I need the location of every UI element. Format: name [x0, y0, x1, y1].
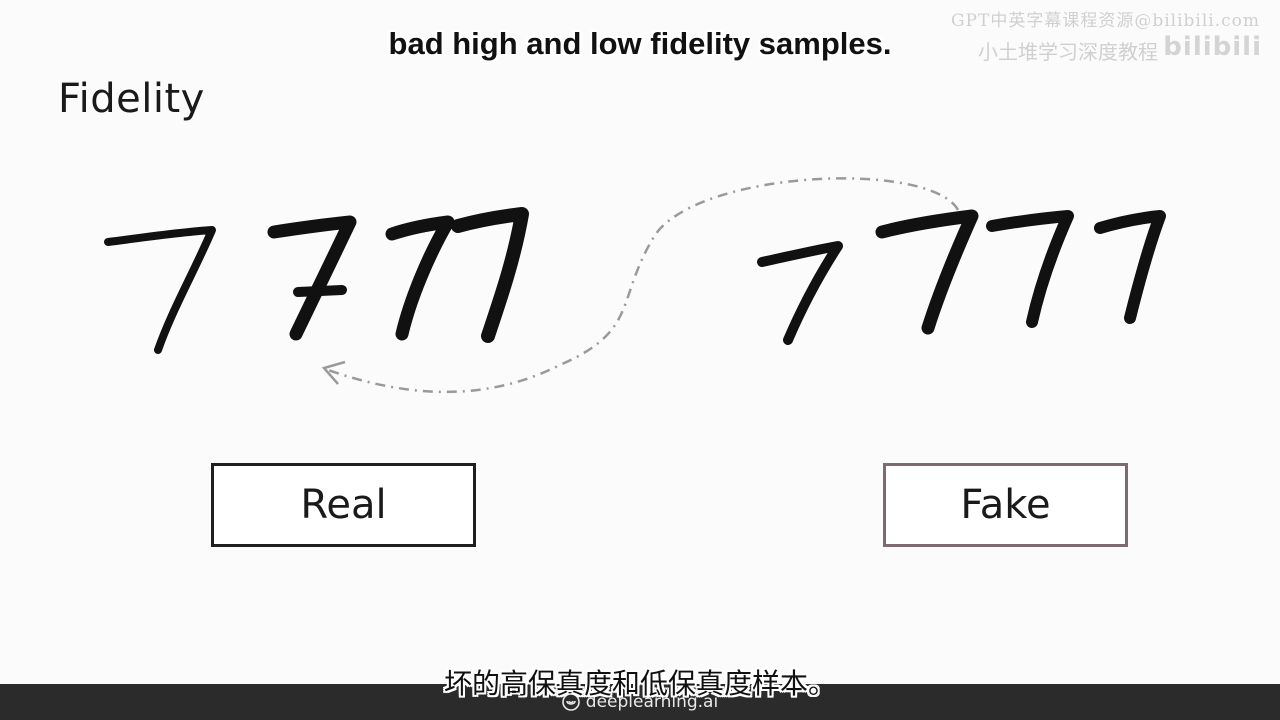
real-label-box: Real: [211, 463, 476, 547]
real-seven-3: [385, 215, 455, 341]
fake-label-box: Fake: [883, 463, 1128, 547]
fake-digit-group: [757, 209, 1166, 345]
real-digit-group: [104, 207, 529, 354]
real-seven-2-bar: [293, 285, 347, 297]
fake-seven-1: [757, 241, 843, 345]
real-seven-1: [104, 226, 216, 354]
fake-seven-2: [875, 209, 979, 335]
handwritten-sevens-illustration: [104, 177, 1166, 394]
real-seven-2: [267, 215, 357, 341]
slide-canvas: Fidelity GPT中英字幕课程资源@bilibili.com 小土堆学习深…: [0, 0, 1280, 684]
fake-label: Fake: [960, 482, 1051, 528]
subtitle-english: bad high and low fidelity samples.: [388, 26, 892, 61]
real-label: Real: [300, 482, 387, 528]
fake-seven-4: [1094, 210, 1166, 324]
subtitle-chinese: 坏的高保真度和低保真度样本。: [443, 667, 836, 700]
fake-seven-3: [986, 210, 1074, 328]
real-seven-4: [451, 207, 529, 343]
